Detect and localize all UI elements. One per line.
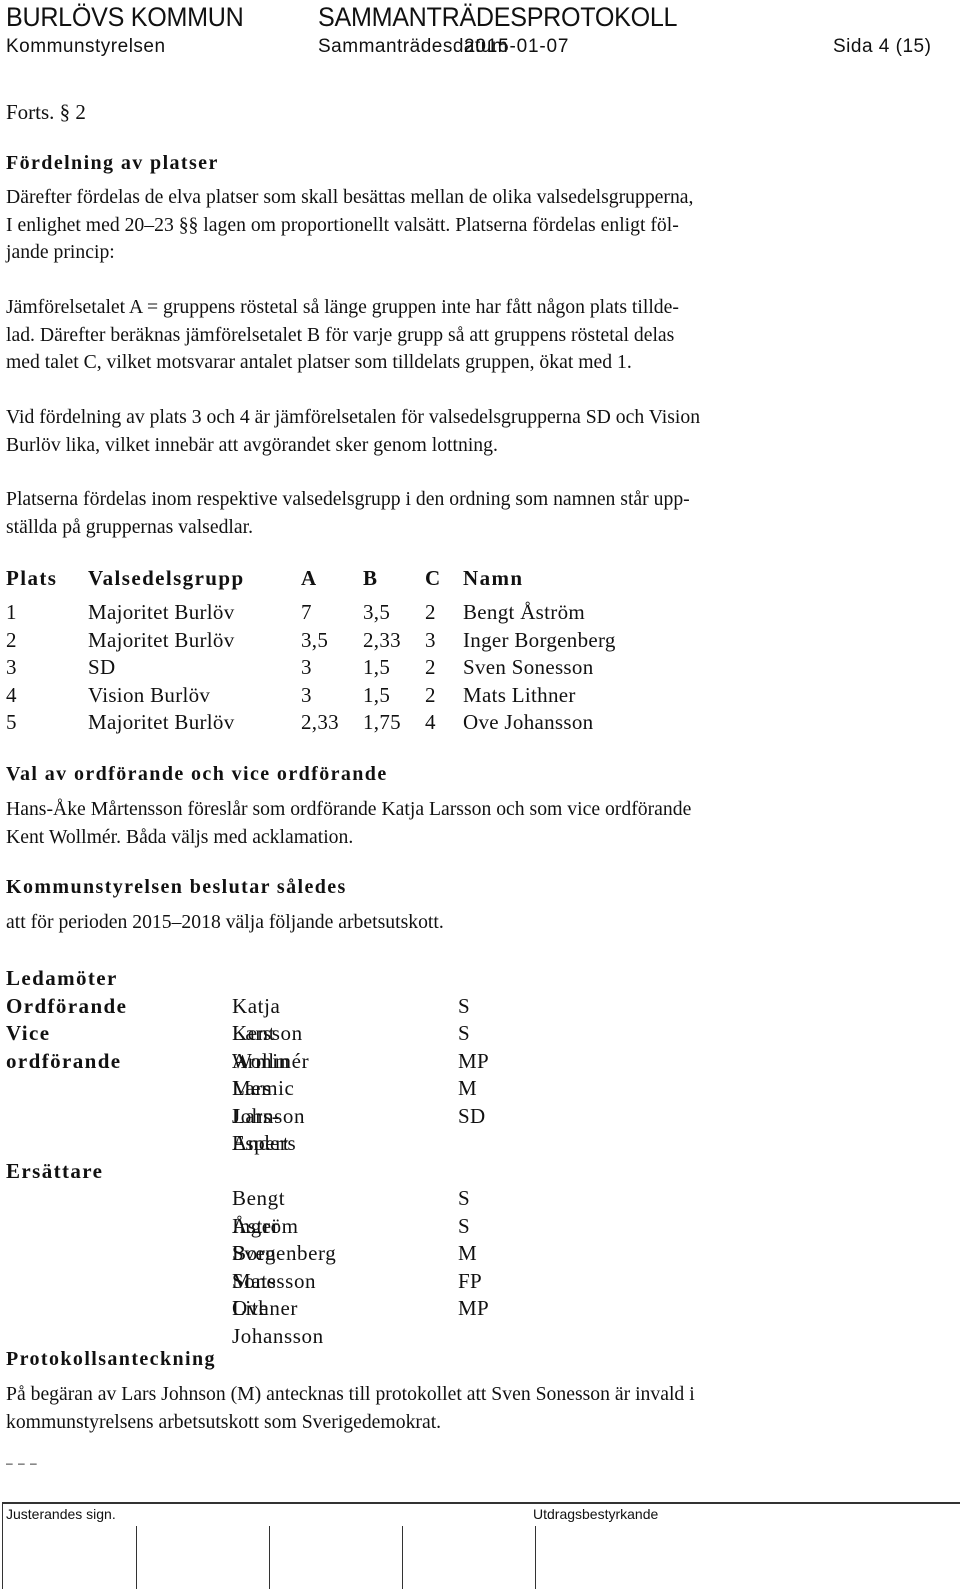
- cell-group: Majoritet Burlöv: [88, 710, 235, 734]
- signature-divider: [535, 1526, 536, 1589]
- section-heading-distribution: Fördelning av platser: [6, 152, 219, 174]
- member-party: S: [458, 993, 470, 1018]
- member-party: S: [458, 1021, 470, 1045]
- organization-name: BURLÖVS KOMMUN: [6, 2, 244, 32]
- section-heading-decision: Kommunstyrelsen beslutar således: [6, 876, 347, 898]
- meeting-date: 2015-01-07: [464, 36, 570, 57]
- text-line: Därefter fördelas de elva platser som sk…: [6, 186, 694, 208]
- text-line: ställda på gruppernas valsedlar.: [6, 515, 254, 538]
- cell-b: 2,33: [363, 627, 401, 652]
- cell-a: 2,33: [301, 710, 339, 734]
- cell-group: Vision Burlöv: [88, 682, 211, 707]
- cell-c: 2: [425, 655, 436, 679]
- text-line: Kent Wollmér. Båda väljs med acklamation…: [6, 825, 354, 848]
- signature-divider: [402, 1526, 403, 1589]
- column-header-b: B: [363, 566, 379, 590]
- cell-a: 3: [301, 655, 312, 679]
- substitute-party: M: [458, 1241, 477, 1265]
- end-marker: – – –: [6, 1456, 38, 1470]
- text-line: Jämförelsetalet A = gruppens röstetal så…: [6, 296, 679, 318]
- continuation-label: Forts. § 2: [6, 100, 86, 124]
- substitute-party: S: [458, 1213, 470, 1238]
- signature-label: Justerandes sign.: [6, 1506, 116, 1522]
- substitute-party: S: [458, 1186, 470, 1210]
- substitute-party: FP: [458, 1268, 482, 1293]
- cell-c: 2: [425, 682, 436, 707]
- member-party: MP: [458, 1048, 489, 1073]
- cell-group: Majoritet Burlöv: [88, 627, 235, 652]
- distribution-paragraph-4: Platserna fördelas inom respektive valse…: [6, 486, 913, 541]
- cell-a: 3,5: [301, 627, 329, 652]
- text-line: kommunstyrelsens arbetsutskott som Sveri…: [6, 1410, 442, 1433]
- protocol-note-paragraph: På begäran av Lars Johnson (M) antecknas…: [6, 1381, 913, 1436]
- member-party: SD: [458, 1103, 486, 1128]
- table-row: 1 Majoritet Burlöv 7 3,5 2 Bengt Åström: [6, 599, 663, 627]
- cell-name: Sven Sonesson: [463, 655, 594, 679]
- text-line: lad. Därefter beräknas jämförelsetalet B…: [6, 323, 675, 346]
- text-line: På begäran av Lars Johnson (M) antecknas…: [6, 1383, 695, 1405]
- signature-divider: [269, 1526, 270, 1589]
- text-line: Hans-Åke Mårtensson föreslår som ordföra…: [6, 798, 692, 820]
- column-header-valsedelsgrupp: Valsedelsgrupp: [88, 566, 245, 590]
- table-row: 3 SD 3 1,5 2 Sven Sonesson: [6, 654, 663, 682]
- cell-name: Inger Borgenberg: [463, 627, 616, 652]
- distribution-paragraph-1: Därefter fördelas de elva platser som sk…: [6, 184, 913, 267]
- cell-b: 3,5: [363, 600, 391, 624]
- cell-name: Mats Lithner: [463, 682, 576, 707]
- cell-a: 3: [301, 682, 312, 707]
- cell-plats: 1: [6, 600, 17, 624]
- text-line: Burlöv lika, vilket innebär att avgörand…: [6, 433, 498, 456]
- text-line: jande princip:: [6, 241, 115, 263]
- document-type: SAMMANTRÄDESPROTOKOLL: [318, 2, 678, 32]
- decision-text: att för perioden 2015–2018 välja följand…: [6, 911, 444, 933]
- column-header-c: C: [425, 566, 442, 590]
- table-row: 4 Vision Burlöv 3 1,5 2 Mats Lithner: [6, 682, 663, 710]
- member-name: Espert: [232, 1131, 290, 1155]
- cell-b: 1,5: [363, 682, 391, 707]
- members-heading: Ledamöter: [6, 966, 118, 990]
- substitutes-heading: Ersättare: [6, 1158, 104, 1183]
- table-row: 5 Majoritet Burlöv 2,33 1,75 4 Ove Johan…: [6, 709, 663, 737]
- cell-group: SD: [88, 655, 116, 679]
- section-heading-protocol-note: Protokollsanteckning: [6, 1348, 216, 1370]
- cell-c: 4: [425, 710, 436, 734]
- member-party: M: [458, 1076, 477, 1100]
- signature-divider: [136, 1526, 137, 1589]
- distribution-paragraph-2: Jämförelsetalet A = gruppens röstetal så…: [6, 294, 913, 377]
- cell-b: 1,75: [363, 710, 401, 734]
- page-number: Sida 4 (15): [833, 36, 932, 57]
- certification-label: Utdragsbestyrkande: [533, 1506, 659, 1522]
- cell-name: Ove Johansson: [463, 710, 594, 734]
- substitute-party: MP: [458, 1296, 489, 1320]
- cell-c: 2: [425, 600, 436, 624]
- committee-name: Kommunstyrelsen: [6, 36, 166, 57]
- section-heading-election: Val av ordförande och vice ordförande: [6, 763, 388, 785]
- cell-name: Bengt Åström: [463, 600, 586, 624]
- cell-b: 1,5: [363, 655, 391, 679]
- member-role: Vice ordförande: [6, 1021, 122, 1073]
- text-line: I enlighet med 20–23 §§ lagen om proport…: [6, 213, 679, 236]
- cell-plats: 4: [6, 682, 17, 707]
- cell-plats: 2: [6, 627, 17, 652]
- election-paragraph: Hans-Åke Mårtensson föreslår som ordföra…: [6, 796, 913, 851]
- column-header-namn: Namn: [463, 566, 524, 590]
- member-role: Ordförande: [6, 993, 128, 1018]
- column-header-a: A: [301, 566, 318, 590]
- substitute-name: Ove Johansson: [232, 1296, 324, 1348]
- signature-footer: Justerandes sign. Utdragsbestyrkande: [2, 1502, 960, 1589]
- text-line: Platserna fördelas inom respektive valse…: [6, 488, 690, 510]
- cell-a: 7: [301, 600, 312, 624]
- cell-group: Majoritet Burlöv: [88, 600, 235, 624]
- text-line: med talet C, vilket motsvarar antalet pl…: [6, 351, 632, 373]
- text-line: Vid fördelning av plats 3 och 4 är jämfö…: [6, 406, 701, 428]
- column-header-plats: Plats: [6, 566, 58, 590]
- seat-allocation-table: Plats Valsedelsgrupp A B C Namn 1 Majori…: [6, 565, 663, 737]
- table-header-row: Plats Valsedelsgrupp A B C Namn: [6, 565, 663, 599]
- cell-c: 3: [425, 627, 436, 652]
- cell-plats: 3: [6, 655, 17, 679]
- cell-plats: 5: [6, 710, 17, 734]
- distribution-paragraph-3: Vid fördelning av plats 3 och 4 är jämfö…: [6, 404, 913, 459]
- table-row: 2 Majoritet Burlöv 3,5 2,33 3 Inger Borg…: [6, 627, 663, 655]
